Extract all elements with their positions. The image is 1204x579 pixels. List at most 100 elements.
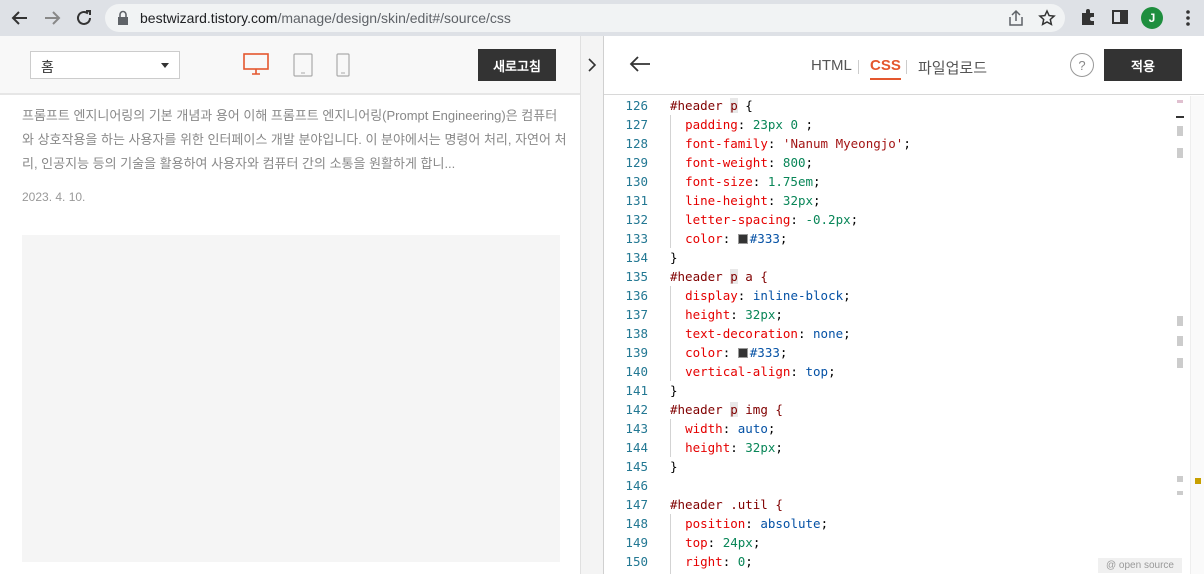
semicolon: ; bbox=[752, 535, 761, 550]
code-line[interactable]: #header p img { bbox=[670, 400, 783, 419]
semicolon: ; bbox=[850, 212, 859, 227]
css-value: 32px bbox=[745, 307, 776, 322]
help-icon[interactable]: ? bbox=[1070, 53, 1094, 77]
selector-match: p bbox=[730, 269, 738, 284]
line-number: 137 bbox=[625, 307, 648, 322]
code-line[interactable]: display: inline-block; bbox=[670, 286, 851, 305]
active-tab-underline bbox=[870, 78, 901, 80]
url-text[interactable]: bestwizard.tistory.com/manage/design/ski… bbox=[140, 10, 511, 26]
post-thumbnail-placeholder[interactable] bbox=[22, 235, 560, 562]
avatar[interactable]: J bbox=[1141, 7, 1163, 29]
code-line[interactable]: width: auto; bbox=[670, 419, 775, 438]
line-number: 143 bbox=[625, 421, 648, 436]
code-line[interactable]: #header .util { bbox=[670, 495, 783, 514]
css-value: absolute bbox=[760, 516, 821, 531]
code-line[interactable]: font-family: 'Nanum Myeongjo'; bbox=[670, 134, 911, 153]
line-number: 141 bbox=[625, 383, 648, 398]
refresh-button[interactable]: 새로고침 bbox=[478, 49, 556, 81]
semicolon: ; bbox=[828, 364, 836, 379]
chevron-right-icon[interactable] bbox=[585, 56, 599, 79]
code-line[interactable]: line-height: 32px; bbox=[670, 191, 821, 210]
code-line[interactable]: position: absolute; bbox=[670, 514, 828, 533]
desktop-icon[interactable] bbox=[243, 53, 269, 80]
code-line[interactable]: height: 32px; bbox=[670, 305, 783, 324]
semicolon: ; bbox=[805, 155, 814, 170]
code-line[interactable]: font-size: 1.75em; bbox=[670, 172, 821, 191]
semicolon: ; bbox=[813, 193, 821, 208]
semicolon: ; bbox=[797, 117, 814, 132]
code-line[interactable]: top: 24px; bbox=[670, 533, 760, 552]
page-select[interactable]: 홈 bbox=[30, 51, 180, 79]
css-value: 32px bbox=[782, 193, 814, 208]
lock-icon[interactable] bbox=[117, 10, 129, 31]
editor-toolbar: HTML CSS 파일업로드 ? 적용 bbox=[604, 36, 1204, 95]
tab-file-upload[interactable]: 파일업로드 bbox=[918, 57, 987, 78]
color-swatch[interactable] bbox=[737, 234, 748, 244]
tablet-icon[interactable] bbox=[293, 53, 313, 82]
code-line[interactable]: vertical-align: top; bbox=[670, 362, 836, 381]
css-value: -0.2px bbox=[805, 212, 851, 227]
tab-css[interactable]: CSS bbox=[870, 57, 901, 80]
url-domain: bestwizard.tistory.com bbox=[140, 10, 278, 26]
semicolon: ; bbox=[813, 174, 821, 189]
post-excerpt[interactable]: 프롬프트 엔지니어링의 기본 개념과 용어 이해 프롬프트 엔지니어링(Prom… bbox=[22, 104, 567, 176]
reload-icon[interactable] bbox=[72, 6, 96, 30]
css-property: font-weight bbox=[685, 155, 768, 170]
code-line[interactable]: } bbox=[670, 457, 678, 476]
line-number: 139 bbox=[625, 345, 648, 360]
line-number: 132 bbox=[625, 212, 648, 227]
css-code-area[interactable]: 126 127 128 129 130 131 132 133 134 135 … bbox=[604, 96, 1204, 574]
code-line[interactable]: } bbox=[670, 248, 678, 267]
css-value: 'Nanum Myeongjo' bbox=[782, 136, 904, 151]
css-property: top bbox=[685, 535, 708, 550]
code-editor-pane: HTML CSS 파일업로드 ? 적용 126 127 128 129 130 … bbox=[604, 36, 1204, 574]
sidebar-icon[interactable] bbox=[1111, 8, 1131, 28]
editor-scrollbar[interactable] bbox=[1190, 96, 1204, 574]
code-line[interactable]: right: 0; bbox=[670, 552, 753, 571]
line-number: 128 bbox=[625, 136, 648, 151]
line-number: 140 bbox=[625, 364, 648, 379]
semicolon: ; bbox=[779, 345, 788, 360]
code-line[interactable]: letter-spacing: -0.2px; bbox=[670, 210, 858, 229]
code-line[interactable]: padding: 23px 0 ; bbox=[670, 115, 813, 134]
panel-collapse-toggle[interactable] bbox=[580, 36, 604, 574]
css-property: height bbox=[685, 440, 731, 455]
back-arrow-icon[interactable] bbox=[8, 6, 32, 30]
back-arrow-icon[interactable] bbox=[628, 54, 652, 79]
css-value: auto bbox=[737, 421, 768, 436]
line-number: 147 bbox=[625, 497, 648, 512]
tab-html[interactable]: HTML bbox=[811, 57, 852, 74]
code-line[interactable]: text-decoration: none; bbox=[670, 324, 851, 343]
color-swatch[interactable] bbox=[737, 348, 748, 358]
code-line[interactable]: color: #333; bbox=[670, 229, 787, 248]
semicolon: ; bbox=[767, 421, 776, 436]
code-line[interactable]: #header p { bbox=[670, 96, 753, 115]
selector: #header bbox=[670, 269, 731, 284]
share-icon[interactable] bbox=[1007, 9, 1025, 27]
address-bar[interactable]: bestwizard.tistory.com/manage/design/ski… bbox=[105, 4, 1065, 32]
kebab-menu-icon[interactable] bbox=[1178, 8, 1198, 28]
apply-button[interactable]: 적용 bbox=[1104, 49, 1182, 81]
url-path: /manage/design/skin/edit#/source/css bbox=[277, 10, 511, 26]
code-line[interactable]: height: 32px; bbox=[670, 438, 783, 457]
line-number: 145 bbox=[625, 459, 648, 474]
code-line[interactable]: color: #333; bbox=[670, 343, 787, 362]
code-line[interactable]: font-weight: 800; bbox=[670, 153, 813, 172]
extensions-puzzle-icon[interactable] bbox=[1079, 8, 1099, 28]
css-property: line-height bbox=[685, 193, 768, 208]
chevron-down-icon bbox=[161, 63, 169, 68]
selector: img { bbox=[737, 402, 783, 417]
tab-divider bbox=[858, 60, 859, 74]
overview-ruler bbox=[1174, 96, 1186, 574]
open-source-label[interactable]: @ open source bbox=[1098, 558, 1182, 573]
css-value: 32px bbox=[745, 440, 776, 455]
bookmark-star-icon[interactable] bbox=[1038, 9, 1056, 27]
code-line[interactable]: #header p a { bbox=[670, 267, 768, 286]
semicolon: ; bbox=[820, 516, 829, 531]
semicolon: ; bbox=[903, 136, 911, 151]
code-line[interactable]: } bbox=[670, 381, 678, 400]
mobile-icon[interactable] bbox=[336, 53, 350, 82]
forward-arrow-icon[interactable] bbox=[40, 6, 64, 30]
line-number: 146 bbox=[625, 478, 648, 493]
semicolon: ; bbox=[775, 307, 783, 322]
